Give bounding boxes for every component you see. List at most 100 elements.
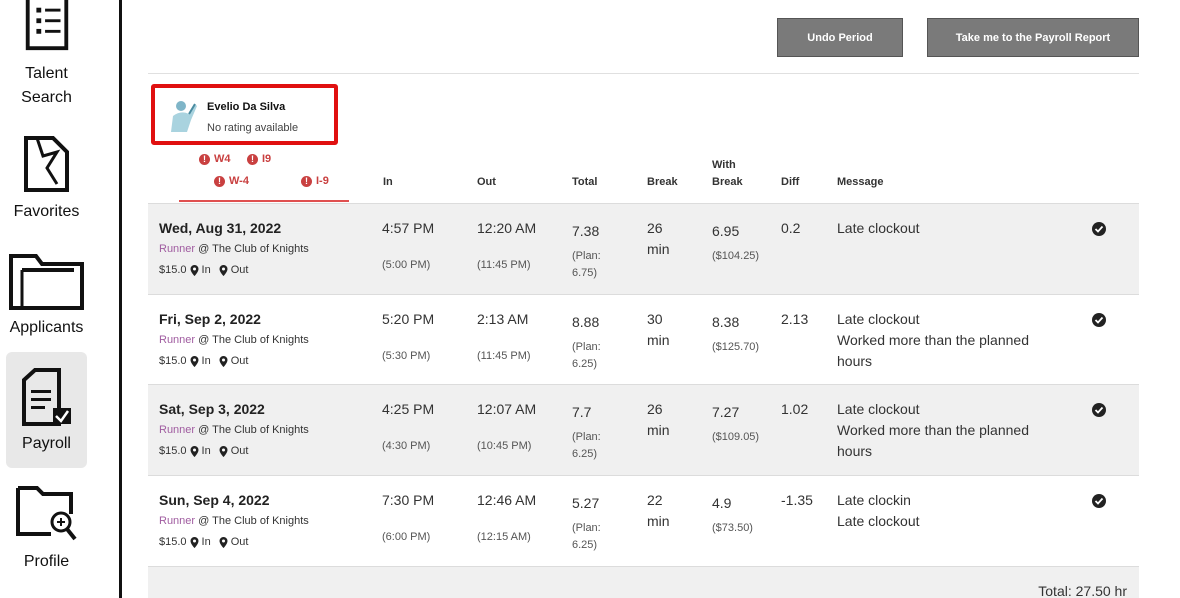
role-link[interactable]: Runner xyxy=(159,515,195,527)
planned-out-time: (11:45 PM) xyxy=(477,350,531,362)
column-header-in: In xyxy=(383,176,393,188)
location-pin-icon[interactable] xyxy=(190,536,199,548)
planned-hours: (Plan: xyxy=(572,250,601,262)
doc-flag-i-9[interactable]: ! I-9 xyxy=(301,175,329,187)
doc-flag-label: I9 xyxy=(262,153,272,165)
location-pin-icon[interactable] xyxy=(219,536,228,548)
sidebar-item-favorites[interactable]: Favorites xyxy=(6,134,87,226)
payroll-document-icon xyxy=(21,368,71,426)
sidebar-item-payroll[interactable]: Payroll xyxy=(6,352,87,468)
totals-footer: Total: 27.50 hr xyxy=(148,566,1139,598)
table-row[interactable]: Fri, Sep 2, 2022 Runner @ The Club of Kn… xyxy=(148,294,1139,385)
row-role: Runner @ The Club of Knights xyxy=(159,515,309,527)
total-hours: 7.38 xyxy=(572,223,600,239)
row-role: Runner @ The Club of Knights xyxy=(159,243,309,255)
hourly-rate: $15.0 xyxy=(159,445,187,457)
approved-check-icon[interactable] xyxy=(1092,313,1106,327)
sidebar-divider xyxy=(119,0,122,598)
planned-hours: 6.25) xyxy=(572,358,598,370)
location-pin-icon[interactable] xyxy=(219,355,228,367)
clock-out-time: 12:07 AM xyxy=(477,401,537,417)
column-header-out: Out xyxy=(477,176,496,188)
planned-out-time: (11:45 PM) xyxy=(477,259,531,271)
payroll-report-button[interactable]: Take me to the Payroll Report xyxy=(927,18,1139,57)
venue-name: @ The Club of Knights xyxy=(195,334,309,346)
approved-check-icon[interactable] xyxy=(1092,222,1106,236)
row-date: Fri, Sep 2, 2022 xyxy=(159,311,261,327)
planned-hours: 6.25) xyxy=(572,448,598,460)
doc-flag-i9[interactable]: ! I9 xyxy=(247,153,271,165)
employee-name: Evelio Da Silva xyxy=(207,101,286,113)
hourly-rate: $15.0 xyxy=(159,536,187,548)
row-date: Sat, Sep 3, 2022 xyxy=(159,401,265,417)
total-hours: 8.88 xyxy=(572,314,600,330)
total-hours: 5.27 xyxy=(572,495,600,511)
folder-search-icon xyxy=(15,486,77,541)
row-rate: $15.0 In Out xyxy=(159,536,248,548)
sidebar-item-label: Profile xyxy=(23,553,70,570)
clock-in-location-label: In xyxy=(201,536,211,548)
planned-in-time: (4:30 PM) xyxy=(382,440,431,452)
role-link[interactable]: Runner xyxy=(159,424,195,436)
clock-out-location-label: Out xyxy=(230,536,249,548)
avatar xyxy=(169,98,201,132)
break-unit: min xyxy=(647,422,670,438)
active-employee-underline xyxy=(179,200,349,202)
sidebar: Talent Search Favorites Applicants Payro… xyxy=(0,0,120,598)
sidebar-item-talent-search[interactable]: Talent Search xyxy=(6,0,87,110)
clock-in-time: 4:57 PM xyxy=(382,220,435,236)
hours-diff: 0.2 xyxy=(781,220,801,236)
folder-bookmark-icon xyxy=(23,136,69,192)
sidebar-item-applicants[interactable]: Applicants xyxy=(6,252,87,344)
row-date: Wed, Aug 31, 2022 xyxy=(159,220,282,236)
break-minutes: 30 xyxy=(647,311,663,327)
clock-in-time: 7:30 PM xyxy=(382,492,435,508)
planned-hours: (Plan: xyxy=(572,431,601,443)
message: Late clockout xyxy=(837,401,920,417)
location-pin-icon[interactable] xyxy=(219,445,228,457)
table-row[interactable]: Sun, Sep 4, 2022 Runner @ The Club of Kn… xyxy=(148,475,1139,566)
role-link[interactable]: Runner xyxy=(159,243,195,255)
approved-check-icon[interactable] xyxy=(1092,494,1106,508)
pay-amount: ($104.25) xyxy=(712,250,760,262)
list-document-icon xyxy=(25,0,68,51)
message: Worked more than the planned xyxy=(837,422,1029,438)
column-header-diff: Diff xyxy=(781,176,800,188)
sidebar-item-label: Talent xyxy=(25,65,68,82)
clock-out-time: 12:46 AM xyxy=(477,492,537,508)
sidebar-item-profile[interactable]: Profile xyxy=(6,484,87,584)
warning-icon: ! xyxy=(199,153,210,165)
hours-diff: 2.13 xyxy=(781,311,809,327)
venue-name: @ The Club of Knights xyxy=(195,243,309,255)
undo-period-button[interactable]: Undo Period xyxy=(777,18,903,57)
location-pin-icon[interactable] xyxy=(190,264,199,276)
clock-out-time: 2:13 AM xyxy=(477,311,529,327)
planned-out-time: (10:45 PM) xyxy=(477,440,532,452)
row-role: Runner @ The Club of Knights xyxy=(159,424,309,436)
approved-check-icon[interactable] xyxy=(1092,403,1106,417)
doc-flag-w-4[interactable]: ! W-4 xyxy=(214,175,249,187)
sidebar-item-label: Payroll xyxy=(22,435,71,452)
break-unit: min xyxy=(647,513,670,529)
message: Late clockout xyxy=(837,311,920,327)
sidebar-item-label: Search xyxy=(21,89,72,106)
doc-flag-w4[interactable]: ! W4 xyxy=(199,153,231,165)
location-pin-icon[interactable] xyxy=(190,445,199,457)
location-pin-icon[interactable] xyxy=(219,264,228,276)
break-minutes: 26 xyxy=(647,401,663,417)
table-row[interactable]: Sat, Sep 3, 2022 Runner @ The Club of Kn… xyxy=(148,384,1139,476)
employee-card[interactable]: Evelio Da Silva No rating available xyxy=(151,84,338,145)
message: Worked more than the planned xyxy=(837,332,1029,348)
total-hours: 7.7 xyxy=(572,404,592,420)
role-link[interactable]: Runner xyxy=(159,334,195,346)
row-date: Sun, Sep 4, 2022 xyxy=(159,492,270,508)
location-pin-icon[interactable] xyxy=(190,355,199,367)
hours-diff: 1.02 xyxy=(781,401,809,417)
column-header-with-break: Break xyxy=(712,176,743,188)
table-row[interactable]: Wed, Aug 31, 2022 Runner @ The Club of K… xyxy=(148,203,1139,295)
clock-out-location-label: Out xyxy=(230,355,249,367)
clock-out-location-label: Out xyxy=(230,264,249,276)
doc-flag-label: W4 xyxy=(214,153,231,165)
clock-in-location-label: In xyxy=(201,264,211,276)
clock-in-time: 5:20 PM xyxy=(382,311,435,327)
